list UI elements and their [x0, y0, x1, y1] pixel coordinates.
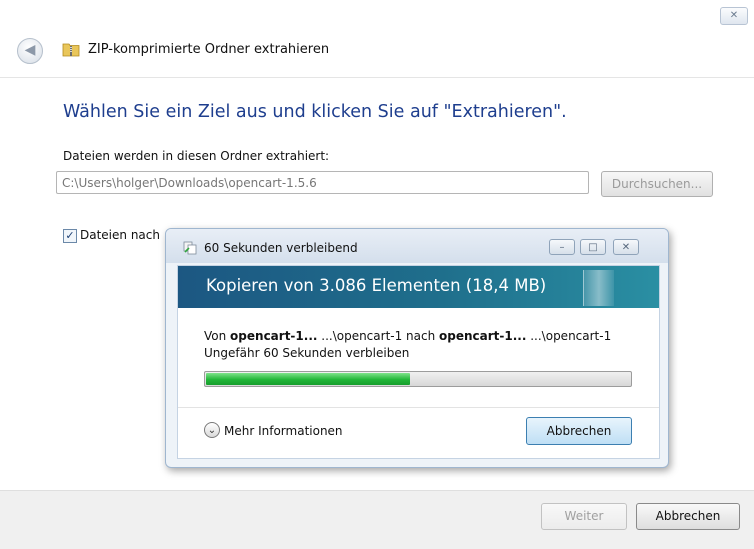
copy-progress-dialog: 60 Sekunden verbleibend – □ ✕ Kopieren v…: [165, 228, 669, 468]
dialog-cancel-button[interactable]: Abbrechen: [526, 417, 632, 445]
back-button[interactable]: ◀: [17, 38, 43, 64]
copy-banner-text: Kopieren von 3.086 Elementen (18,4 MB): [206, 276, 547, 295]
dialog-content: Kopieren von 3.086 Elementen (18,4 MB) V…: [177, 265, 660, 459]
progress-fill: [206, 373, 410, 385]
show-files-checkbox[interactable]: ✓: [63, 229, 77, 243]
wizard-footer: Weiter Abbrechen: [0, 490, 754, 549]
source-name: opencart-1...: [230, 329, 318, 343]
source-path: ...\opencart-1 nach: [317, 329, 440, 343]
copy-progress-bar: [204, 371, 632, 387]
wizard-cancel-button[interactable]: Abbrechen: [636, 503, 740, 530]
close-button[interactable]: ✕: [720, 7, 748, 25]
wizard-title: ZIP-komprimierte Ordner extrahieren: [88, 42, 330, 57]
destination-name: opencart-1...: [439, 329, 527, 343]
more-information-link[interactable]: Mehr Informationen: [224, 424, 343, 438]
banner-decoration: [583, 270, 614, 306]
destination-path: ...\opencart-1: [526, 329, 612, 343]
dialog-titlebar: 60 Sekunden verbleibend – □ ✕: [166, 229, 668, 263]
dialog-close-button[interactable]: ✕: [613, 239, 639, 255]
time-remaining-text: Ungefähr 60 Sekunden verbleiben: [204, 346, 410, 360]
from-prefix: Von: [204, 329, 231, 343]
maximize-button[interactable]: □: [580, 239, 606, 255]
dialog-divider: [178, 407, 659, 408]
copy-files-icon: [183, 241, 197, 255]
show-files-label: Dateien nach: [80, 228, 160, 242]
source-destination-line: Von opencart-1... ...\opencart-1 nach op…: [204, 329, 611, 343]
destination-path-input[interactable]: C:\Users\holger\Downloads\opencart-1.5.6: [56, 171, 589, 194]
expand-details-icon[interactable]: ⌄: [204, 422, 220, 438]
destination-label: Dateien werden in diesen Ordner extrahie…: [63, 149, 330, 163]
dialog-banner: Kopieren von 3.086 Elementen (18,4 MB): [178, 266, 659, 308]
minimize-button[interactable]: –: [549, 239, 575, 255]
dialog-title: 60 Sekunden verbleibend: [204, 241, 358, 255]
page-heading: Wählen Sie ein Ziel aus und klicken Sie …: [63, 102, 567, 122]
next-button[interactable]: Weiter: [541, 503, 627, 530]
browse-button[interactable]: Durchsuchen...: [601, 171, 713, 197]
wizard-header: ✕ ◀ ZIP-komprimierte Ordner extrahieren: [0, 0, 754, 78]
zip-folder-icon: [62, 43, 80, 57]
